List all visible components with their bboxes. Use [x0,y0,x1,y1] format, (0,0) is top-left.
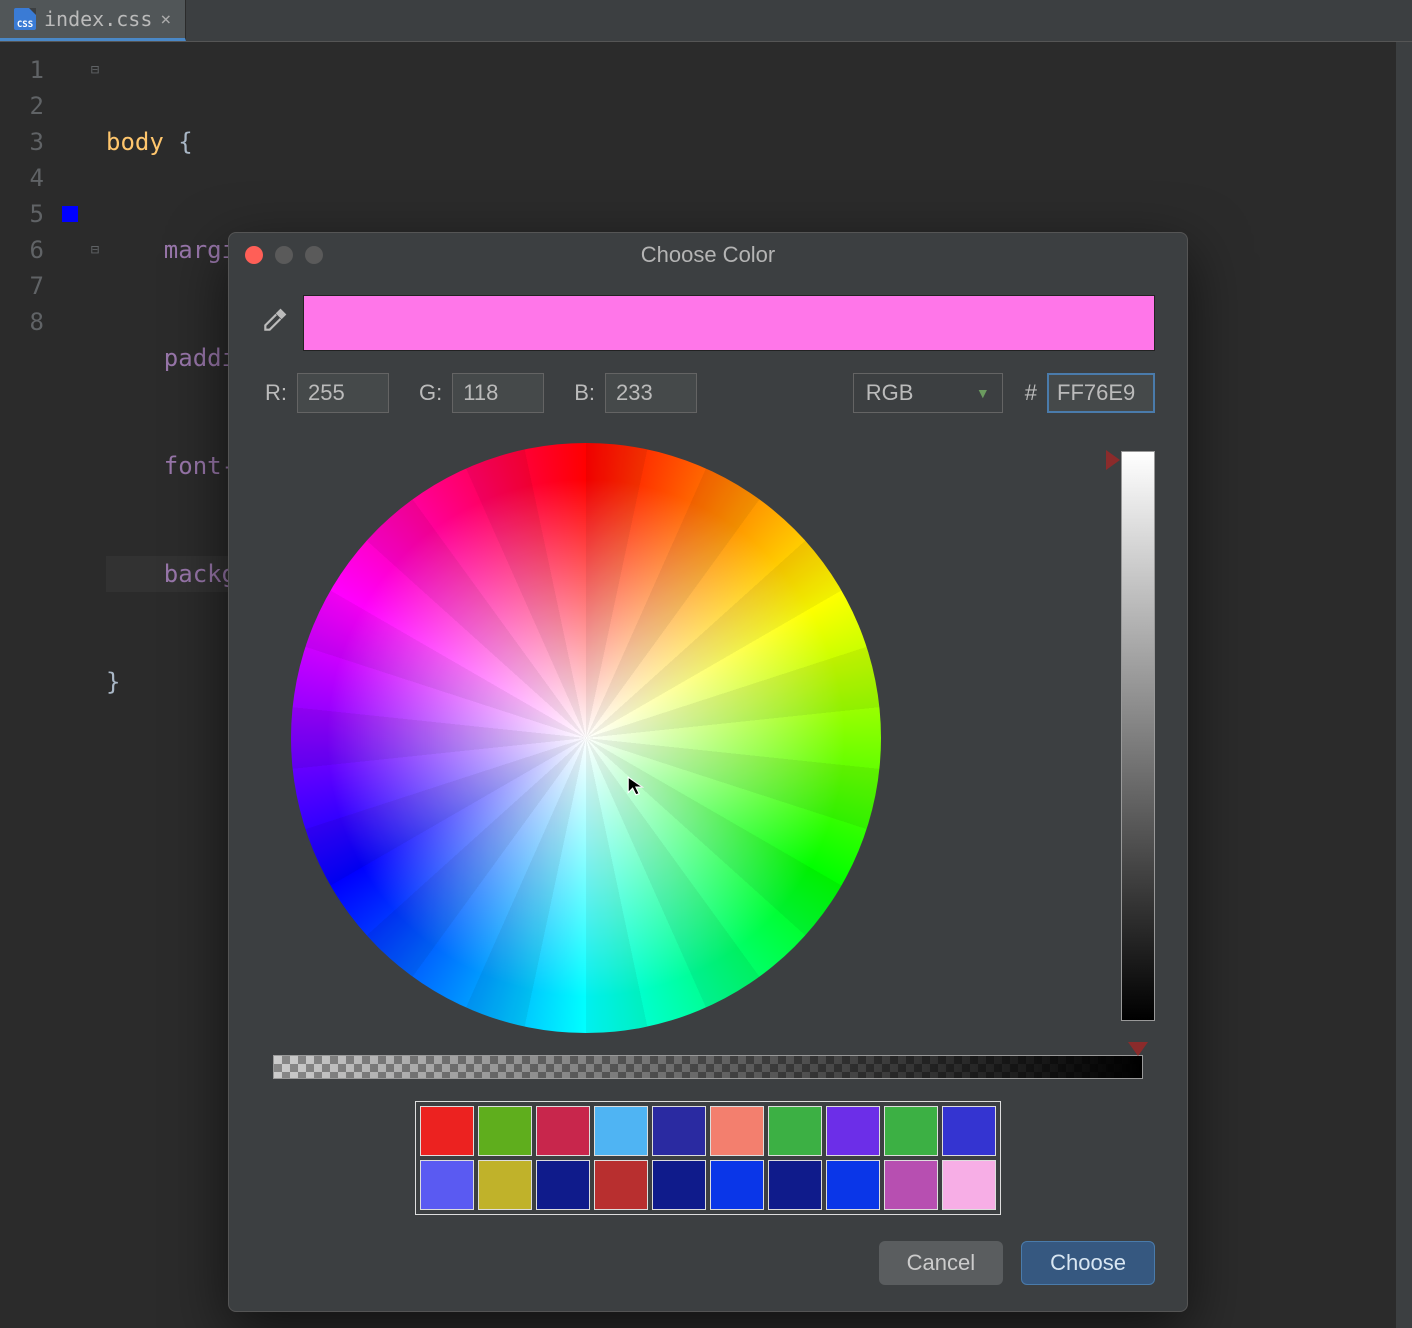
line-number: 7 [0,268,44,304]
line-number: 2 [0,88,44,124]
recent-color-swatch[interactable] [478,1160,532,1210]
fold-close-icon[interactable]: ⊟ [84,232,106,268]
recent-color-swatch[interactable] [942,1160,996,1210]
css-selector: body [106,128,164,156]
fold-gutter: ⊟ ⊟ [84,42,106,988]
color-preview [303,295,1155,351]
recent-color-swatch[interactable] [536,1160,590,1210]
fold-open-icon[interactable]: ⊟ [84,52,106,88]
color-swatch-gutter [56,42,84,988]
recent-color-swatch[interactable] [420,1160,474,1210]
recent-color-swatch[interactable] [710,1160,764,1210]
choose-button[interactable]: Choose [1021,1241,1155,1285]
recent-color-swatch[interactable] [826,1106,880,1156]
gutter-color-swatch[interactable] [62,206,78,222]
line-number: 1 [0,52,44,88]
close-icon[interactable]: × [160,9,171,30]
recent-color-swatch[interactable] [478,1106,532,1156]
eyedropper-icon[interactable] [261,308,287,338]
color-wheel[interactable] [291,443,881,1033]
line-number: 5 [0,196,44,232]
brightness-slider[interactable] [1121,451,1155,1021]
css-file-icon: CSS [14,8,36,30]
recent-color-swatch[interactable] [884,1106,938,1156]
editor-scrollbar[interactable] [1396,42,1412,1328]
slider-thumb-icon[interactable] [1106,450,1120,470]
color-mode-select[interactable]: RGB ▼ [853,373,1003,413]
color-mode-value: RGB [866,380,914,406]
brace: { [164,128,193,156]
recent-color-swatch[interactable] [536,1106,590,1156]
brace: } [106,668,120,696]
recent-color-swatch[interactable] [884,1160,938,1210]
recent-colors-palette [415,1101,1001,1215]
recent-color-swatch[interactable] [420,1106,474,1156]
slider-thumb-icon[interactable] [1128,1042,1148,1056]
tab-bar: CSS index.css × [0,0,1412,42]
recent-color-swatch[interactable] [594,1106,648,1156]
window-minimize-icon[interactable] [275,246,293,264]
recent-color-swatch[interactable] [942,1106,996,1156]
recent-color-swatch[interactable] [594,1160,648,1210]
dialog-title: Choose Color [229,242,1187,268]
color-picker-dialog: Choose Color R: G: B: RGB ▼ # [228,232,1188,1312]
green-input[interactable] [452,373,544,413]
window-controls [229,246,323,264]
hash-label: # [1025,380,1037,406]
line-number: 4 [0,160,44,196]
recent-color-swatch[interactable] [652,1106,706,1156]
window-zoom-icon[interactable] [305,246,323,264]
chevron-down-icon: ▼ [976,385,990,401]
opacity-slider[interactable] [273,1055,1143,1079]
r-label: R: [265,380,287,406]
dialog-titlebar[interactable]: Choose Color [229,233,1187,277]
line-number: 6 [0,232,44,268]
b-label: B: [574,380,595,406]
cancel-button[interactable]: Cancel [879,1241,1003,1285]
line-number: 3 [0,124,44,160]
hex-input[interactable] [1047,373,1155,413]
file-tab[interactable]: CSS index.css × [0,0,186,41]
recent-color-swatch[interactable] [710,1106,764,1156]
red-input[interactable] [297,373,389,413]
g-label: G: [419,380,442,406]
recent-color-swatch[interactable] [768,1160,822,1210]
recent-color-swatch[interactable] [768,1106,822,1156]
tab-filename: index.css [44,7,152,31]
cursor-icon [626,775,648,797]
recent-color-swatch[interactable] [826,1160,880,1210]
recent-color-swatch[interactable] [652,1160,706,1210]
line-number: 8 [0,304,44,340]
blue-input[interactable] [605,373,697,413]
window-close-icon[interactable] [245,246,263,264]
line-number-gutter: 1 2 3 4 5 6 7 8 [0,42,56,988]
